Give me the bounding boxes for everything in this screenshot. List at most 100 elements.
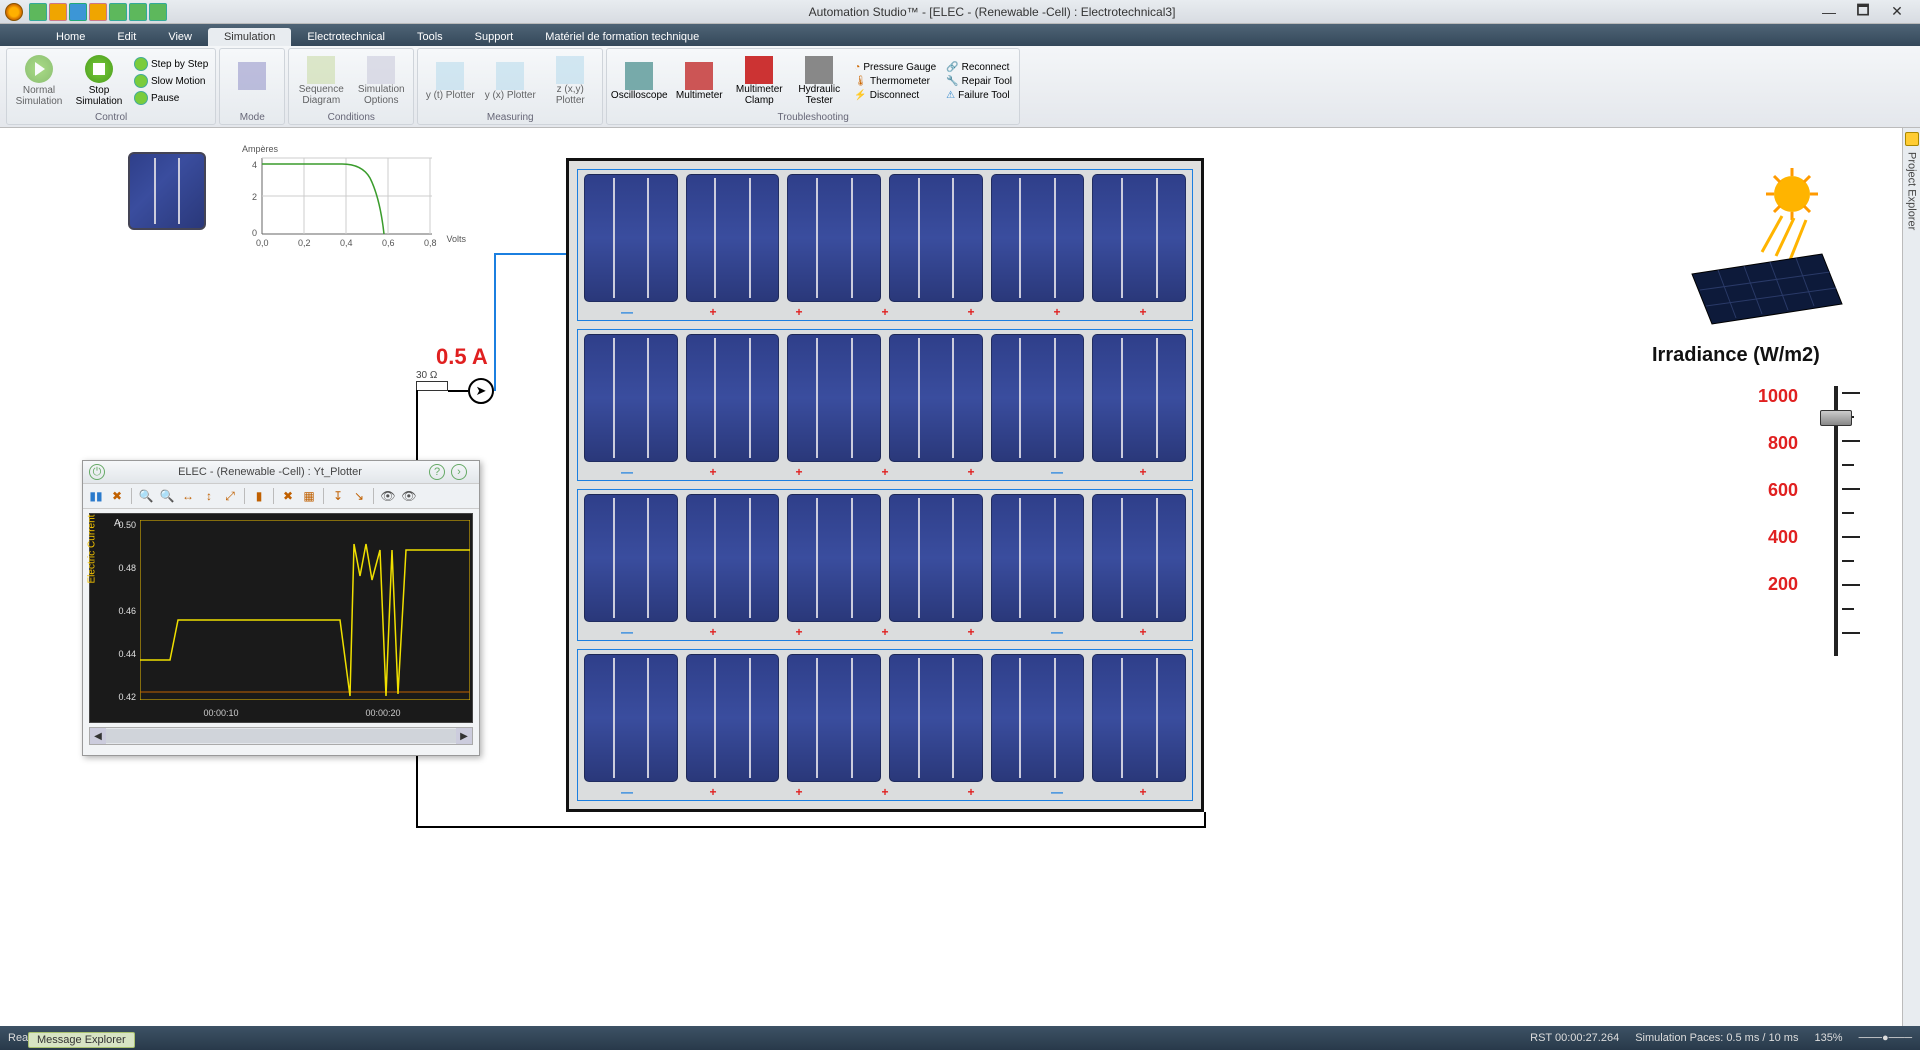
qat-btn4-icon[interactable]: [89, 3, 107, 21]
sequence-diagram-button[interactable]: Sequence Diagram: [293, 51, 349, 111]
zxy-plotter-button[interactable]: z (x,y) Plotter: [542, 51, 598, 111]
solar-cell[interactable]: [787, 334, 881, 462]
stop-simulation-button[interactable]: Stop Simulation: [71, 51, 127, 111]
tab-support[interactable]: Support: [459, 28, 530, 46]
multimeter-button[interactable]: Multimeter: [671, 51, 727, 111]
fit-icon[interactable]: ⤢: [221, 487, 239, 505]
solar-cell[interactable]: [686, 654, 780, 782]
schematic-canvas[interactable]: Ampères 4 2 0 0,0 0,2 0,4 0,6 0,8 Volts …: [0, 128, 1902, 1026]
plot-scrollbar[interactable]: ◀ ▶: [89, 727, 473, 745]
slider-thumb[interactable]: [1820, 410, 1852, 426]
solar-cell[interactable]: [889, 494, 983, 622]
fit-y-icon[interactable]: ↕: [200, 487, 218, 505]
pause-icon: [134, 91, 148, 105]
help-icon[interactable]: ?: [429, 464, 445, 480]
slow-motion-button[interactable]: Slow Motion: [131, 73, 211, 89]
solar-cell[interactable]: [584, 654, 678, 782]
zoom-slider-icon[interactable]: ───●───: [1859, 1032, 1912, 1044]
solar-cell[interactable]: [686, 334, 780, 462]
eye-icon[interactable]: 👁: [379, 487, 397, 505]
solar-cell[interactable]: [584, 494, 678, 622]
solar-cell[interactable]: [991, 334, 1085, 462]
solar-cell[interactable]: [889, 334, 983, 462]
expand-icon[interactable]: ›: [451, 464, 467, 480]
solar-cell[interactable]: [991, 654, 1085, 782]
plotter-titlebar[interactable]: ⏻ ELEC - (Renewable -Cell) : Yt_Plotter …: [83, 461, 479, 483]
minimize-button[interactable]: —: [1817, 4, 1841, 20]
cursor-icon[interactable]: ✖: [279, 487, 297, 505]
qat-step-icon[interactable]: [149, 3, 167, 21]
yx-plotter-button[interactable]: y (x) Plotter: [482, 51, 538, 111]
solar-cell[interactable]: [584, 334, 678, 462]
tab-electrotechnical[interactable]: Electrotechnical: [291, 28, 401, 46]
save-plot-icon[interactable]: ↘: [350, 487, 368, 505]
tab-view[interactable]: View: [152, 28, 208, 46]
tab-simulation[interactable]: Simulation: [208, 28, 291, 46]
slider-track[interactable]: [1808, 386, 1862, 656]
qat-btn5-icon[interactable]: [109, 3, 127, 21]
multimeter-icon: [685, 62, 713, 90]
zoom-out-icon[interactable]: 🔍: [158, 487, 176, 505]
zoom-in-icon[interactable]: 🔍: [137, 487, 155, 505]
pressure-gauge-button[interactable]: ◔Pressure Gauge: [851, 61, 939, 74]
solar-cell[interactable]: [1092, 654, 1186, 782]
step-by-step-button[interactable]: Step by Step: [131, 56, 211, 72]
fit-x-icon[interactable]: ↔: [179, 487, 197, 505]
tab-home[interactable]: Home: [40, 28, 101, 46]
oscilloscope-button[interactable]: Oscilloscope: [611, 51, 667, 111]
sep-icon[interactable]: ▮: [250, 487, 268, 505]
thermometer-button[interactable]: 🌡Thermometer: [851, 75, 939, 88]
solar-cell[interactable]: [584, 174, 678, 302]
maximize-button[interactable]: 🗖: [1851, 4, 1875, 20]
solar-cell[interactable]: [787, 494, 881, 622]
solar-cell[interactable]: [1092, 174, 1186, 302]
tab-tools[interactable]: Tools: [401, 28, 459, 46]
mode-button[interactable]: [224, 51, 280, 111]
solar-cell[interactable]: [1092, 334, 1186, 462]
scroll-track[interactable]: [106, 729, 456, 743]
scroll-right-icon[interactable]: ▶: [456, 728, 472, 744]
status-zoom[interactable]: 135%: [1814, 1032, 1842, 1044]
export-icon[interactable]: ↧: [329, 487, 347, 505]
reference-solar-cell[interactable]: [128, 152, 206, 230]
yt-plotter-window[interactable]: ⏻ ELEC - (Renewable -Cell) : Yt_Plotter …: [82, 460, 480, 756]
solar-cell[interactable]: [1092, 494, 1186, 622]
message-explorer-button[interactable]: Message Explorer: [28, 1032, 135, 1048]
yt-plotter-button[interactable]: y (t) Plotter: [422, 51, 478, 111]
normal-simulation-button[interactable]: Normal Simulation: [11, 51, 67, 111]
simulation-options-button[interactable]: Simulation Options: [353, 51, 409, 111]
solar-cell[interactable]: [787, 174, 881, 302]
power-icon[interactable]: ⏻: [89, 464, 105, 480]
pause-plot-icon[interactable]: ▮▮: [87, 487, 105, 505]
tab-edit[interactable]: Edit: [101, 28, 152, 46]
solar-cell[interactable]: [889, 174, 983, 302]
solar-cell[interactable]: [991, 494, 1085, 622]
qat-save-icon[interactable]: [29, 3, 47, 21]
qat-play-icon[interactable]: [129, 3, 147, 21]
solar-cell[interactable]: [686, 174, 780, 302]
multimeter-clamp-button[interactable]: Multimeter Clamp: [731, 51, 787, 111]
solar-cell[interactable]: [991, 174, 1085, 302]
tab-training[interactable]: Matériel de formation technique: [529, 28, 715, 46]
pause-button[interactable]: Pause: [131, 90, 211, 106]
close-button[interactable]: ✕: [1885, 4, 1909, 20]
scroll-left-icon[interactable]: ◀: [90, 728, 106, 744]
failure-tool-button[interactable]: ⚠Failure Tool: [943, 89, 1015, 102]
plot-area[interactable]: Electric Current A 0.500.480.460.440.42 …: [89, 513, 473, 723]
tool-icon[interactable]: ✖: [108, 487, 126, 505]
solar-cell[interactable]: [686, 494, 780, 622]
qat-undo-icon[interactable]: [49, 3, 67, 21]
pin-icon[interactable]: [1905, 132, 1919, 146]
solar-cell[interactable]: [889, 654, 983, 782]
reconnect-button[interactable]: 🔗Reconnect: [943, 61, 1015, 74]
ammeter-symbol[interactable]: ➤: [468, 378, 494, 404]
repair-tool-button[interactable]: 🔧Repair Tool: [943, 75, 1015, 88]
eye-off-icon[interactable]: 👁: [400, 487, 418, 505]
disconnect-button[interactable]: ⚡Disconnect: [851, 89, 939, 102]
grid-icon[interactable]: ▦: [300, 487, 318, 505]
qat-redo-icon[interactable]: [69, 3, 87, 21]
project-explorer-handle[interactable]: Project Explorer: [1902, 128, 1920, 1026]
hydraulic-tester-button[interactable]: Hydraulic Tester: [791, 51, 847, 111]
solar-panel-array[interactable]: —++++++ —++++—+ —++++—+ —++++—+: [566, 158, 1204, 812]
solar-cell[interactable]: [787, 654, 881, 782]
